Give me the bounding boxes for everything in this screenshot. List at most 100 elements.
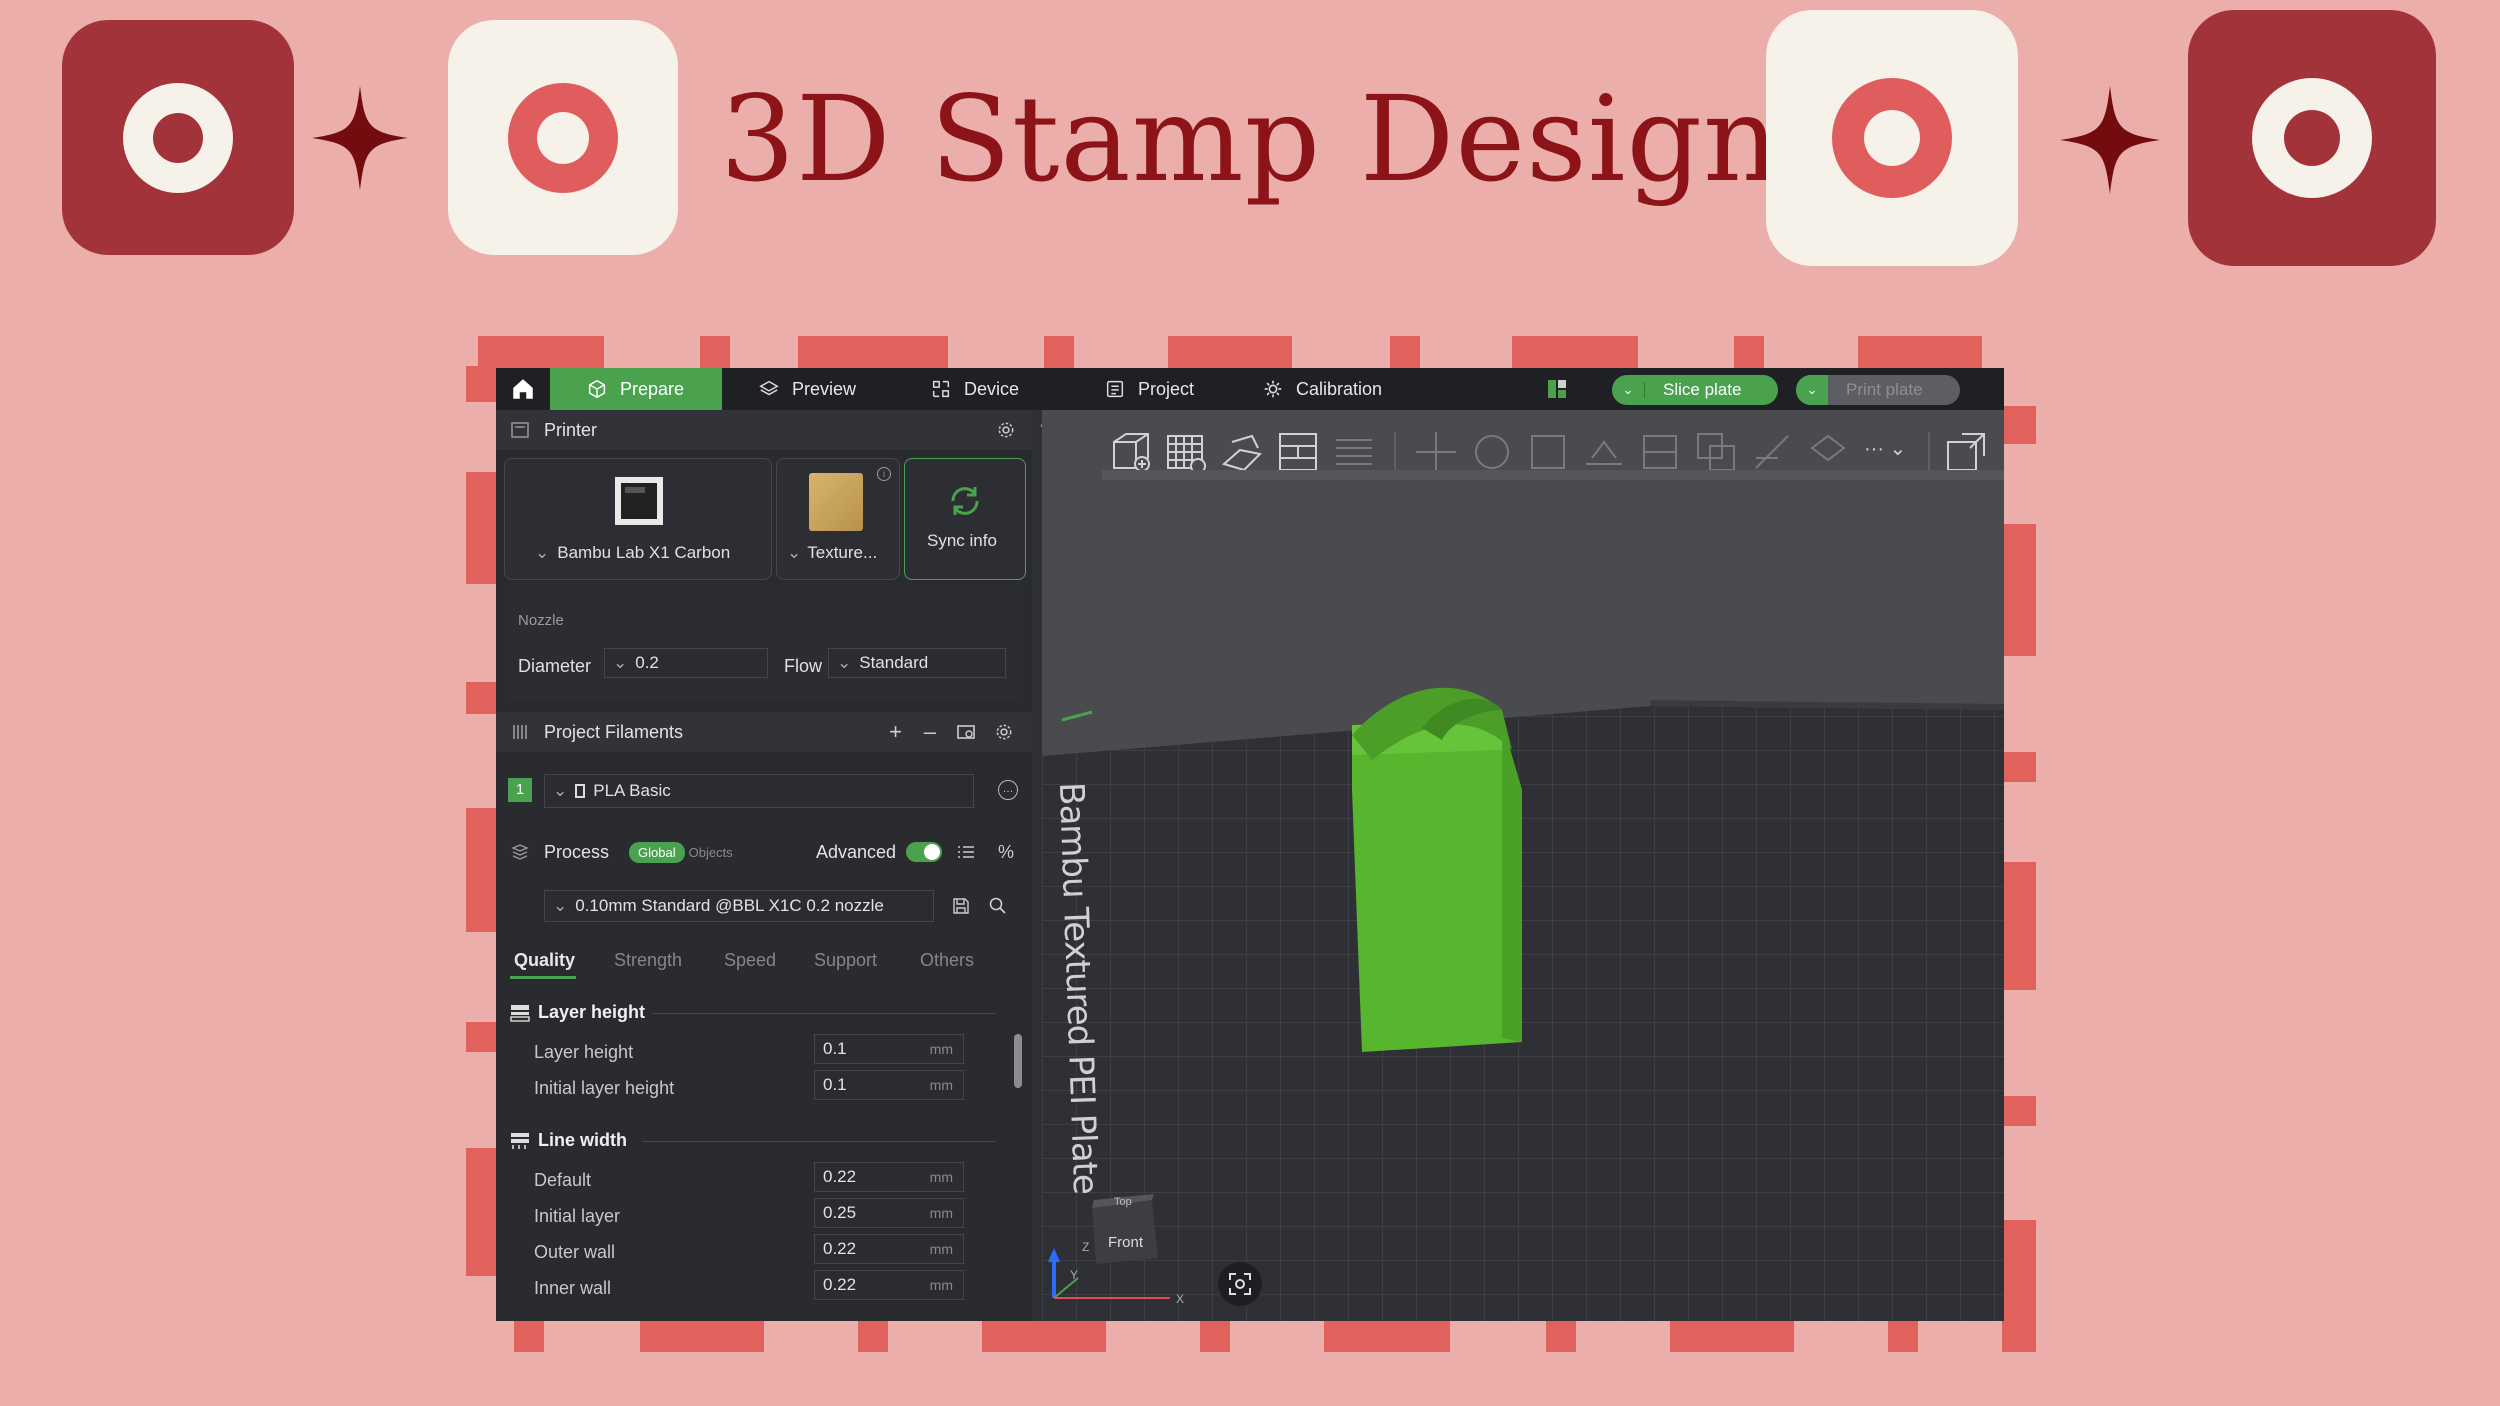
- advanced-switch[interactable]: [906, 842, 942, 862]
- boolean-icon[interactable]: [1692, 428, 1740, 476]
- gear-icon[interactable]: [996, 420, 1016, 440]
- ring-icon: [1832, 78, 1952, 198]
- scrollbar[interactable]: [1014, 1034, 1022, 1088]
- left-cream-tile: [448, 20, 678, 255]
- tab-quality[interactable]: Quality: [514, 950, 575, 971]
- more-tools-icon[interactable]: ··· ⌄: [1864, 436, 1906, 461]
- sparkle-icon: [2060, 86, 2160, 194]
- tab-device[interactable]: Device: [930, 368, 1019, 410]
- filament-row[interactable]: 1 ⌄ PLA Basic …: [496, 772, 1032, 810]
- initial-layer-width-label: Initial layer: [534, 1206, 621, 1226]
- initial-layer-width-input[interactable]: 0.25 mm: [814, 1198, 964, 1228]
- chevron-down-icon: ⌄: [787, 543, 802, 562]
- add-filament-icon[interactable]: +: [889, 719, 902, 745]
- line-width-icon: [511, 1133, 529, 1149]
- tab-prepare[interactable]: Prepare: [550, 368, 722, 410]
- scene: [1042, 687, 2004, 1321]
- filament-icon: [513, 725, 527, 739]
- printer-name: ⌄ Bambu Lab X1 Carbon: [535, 543, 731, 562]
- more-options-icon[interactable]: …: [998, 780, 1018, 800]
- axis-y-label: Y: [1070, 1268, 1079, 1282]
- tab-calibration[interactable]: Calibration: [1262, 368, 1382, 410]
- chevron-down-icon: ⌄: [1612, 382, 1645, 398]
- rotate-icon[interactable]: [1468, 428, 1516, 476]
- process-preset-row: ⌄ 0.10mm Standard @BBL X1C 0.2 nozzle: [496, 890, 1032, 924]
- viewport-toolbar: ··· ⌄: [1102, 416, 2002, 476]
- layout-toggle-icon[interactable]: [1548, 380, 1566, 398]
- global-toggle[interactable]: Global: [629, 841, 685, 863]
- scale-icon[interactable]: [1524, 428, 1572, 476]
- printer-icon: [511, 422, 529, 438]
- layer-height-input[interactable]: 0.1 mm: [814, 1034, 964, 1064]
- tab-speed[interactable]: Speed: [724, 950, 776, 971]
- 3d-viewport[interactable]: Bambu Textured PEI Plate ··· ⌄ Top Front…: [1042, 410, 2004, 1321]
- plate-card[interactable]: i ⌄ Texture...: [776, 458, 900, 580]
- inner-wall-input[interactable]: 0.22 mm: [814, 1270, 964, 1300]
- gear-icon[interactable]: [994, 722, 1014, 742]
- list-icon[interactable]: [956, 842, 976, 862]
- print-plate-button[interactable]: ⌄ Print plate: [1796, 375, 1960, 405]
- outer-wall-input[interactable]: 0.22 mm: [814, 1234, 964, 1264]
- filament-settings-icon[interactable]: [956, 722, 976, 742]
- objects-toggle[interactable]: Objects: [689, 845, 733, 860]
- tab-preview[interactable]: Preview: [758, 368, 856, 410]
- initial-layer-height-input[interactable]: 0.1 mm: [814, 1070, 964, 1100]
- save-icon[interactable]: [952, 897, 970, 915]
- camera-reset-button[interactable]: [1218, 1262, 1262, 1306]
- tab-support[interactable]: Support: [814, 950, 877, 971]
- tab-label: Calibration: [1296, 378, 1383, 399]
- flow-label: Flow: [784, 656, 823, 676]
- home-button[interactable]: [496, 368, 550, 410]
- add-plate-icon[interactable]: [1162, 428, 1210, 476]
- tab-strength[interactable]: Strength: [614, 950, 682, 971]
- sync-info-button[interactable]: Sync info: [904, 458, 1026, 580]
- toolbar-divider: [1928, 432, 1930, 472]
- tab-others[interactable]: Others: [920, 950, 974, 971]
- chevron-down-icon: ⌄: [553, 781, 568, 800]
- layer-height-group-title: Layer height: [538, 1002, 646, 1022]
- lay-on-face-icon[interactable]: [1580, 428, 1628, 476]
- support-paint-icon[interactable]: [1748, 428, 1796, 476]
- left-red-tile: [62, 20, 294, 255]
- move-icon[interactable]: [1412, 428, 1460, 476]
- advanced-label: Advanced: [816, 841, 897, 862]
- filaments-section-header: Project Filaments + –: [496, 712, 1032, 752]
- diameter-select[interactable]: ⌄ 0.2: [604, 648, 768, 678]
- cut-icon[interactable]: [1636, 428, 1684, 476]
- toolbar-divider: [1394, 432, 1396, 472]
- filament-select[interactable]: ⌄ PLA Basic: [544, 774, 974, 808]
- chevron-down-icon: ⌄: [613, 653, 628, 672]
- printer-section-header: Printer: [496, 410, 1032, 450]
- axis-x-label: X: [1176, 1292, 1185, 1306]
- group-divider: [652, 1013, 996, 1014]
- filament-index-badge: 1: [508, 778, 532, 802]
- remove-filament-icon[interactable]: –: [924, 719, 936, 745]
- seam-paint-icon[interactable]: [1804, 428, 1852, 476]
- search-icon[interactable]: [988, 896, 1008, 916]
- assembly-view-icon[interactable]: [1942, 428, 1990, 476]
- plate-thumbnail: [809, 473, 863, 531]
- info-icon[interactable]: i: [877, 467, 891, 481]
- group-divider: [642, 1141, 996, 1142]
- flow-select[interactable]: ⌄ Standard: [828, 648, 1006, 678]
- split-icon[interactable]: [1330, 428, 1378, 476]
- nozzle-group: Nozzle Diameter ⌄ 0.2 Flow ⌄ Standard: [504, 590, 1024, 700]
- chevron-down-icon: ⌄: [837, 653, 852, 672]
- axis-z-label: Z: [1082, 1240, 1090, 1254]
- printer-card[interactable]: ⌄ Bambu Lab X1 Carbon: [504, 458, 772, 580]
- process-preset-select[interactable]: ⌄ 0.10mm Standard @BBL X1C 0.2 nozzle: [544, 890, 934, 922]
- chevron-down-icon: ⌄: [553, 896, 568, 915]
- auto-orient-icon[interactable]: [1218, 428, 1266, 476]
- line-width-group-title: Line width: [538, 1130, 627, 1150]
- inner-wall-label: Inner wall: [534, 1278, 612, 1298]
- arrange-icon[interactable]: [1274, 428, 1322, 476]
- ring-icon: [2252, 78, 2372, 198]
- add-object-icon[interactable]: [1108, 428, 1156, 476]
- project-icon: [1106, 380, 1124, 398]
- compare-icon[interactable]: %: [998, 842, 1014, 863]
- ring-icon: [508, 82, 618, 193]
- outer-wall-label: Outer wall: [534, 1242, 616, 1262]
- tab-project[interactable]: Project: [1104, 368, 1194, 410]
- slice-plate-button[interactable]: ⌄ Slice plate: [1612, 375, 1778, 405]
- default-width-input[interactable]: 0.22 mm: [814, 1162, 964, 1192]
